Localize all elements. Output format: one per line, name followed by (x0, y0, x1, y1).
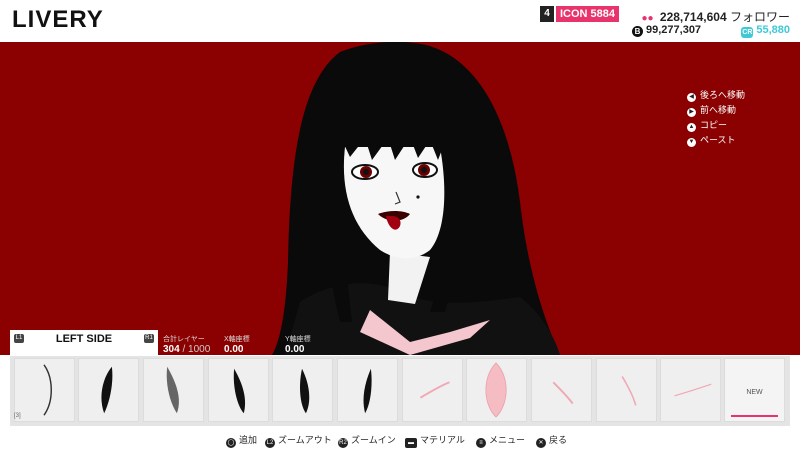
controls-bar: ◯ 追加 L2 ズームアウト R2 ズームイン ▬ マテリアル ≡ メニュー ✕ 戻る (0, 426, 800, 450)
top-bar: LIVERY 4 ICON 5884 ●● 228,714,604 フォロワー … (0, 0, 800, 42)
black-teardrop-shape (300, 368, 310, 414)
layer-thumbnail[interactable] (143, 358, 204, 422)
layer-thumbnail[interactable] (402, 358, 463, 422)
layer-thumbnail[interactable] (466, 358, 527, 422)
layer-thumbnail[interactable] (14, 358, 75, 422)
total-layers: 合計レイヤー 304 / 1000 (163, 334, 210, 355)
menu-item-label: コピー (700, 120, 728, 130)
y-coordinate-value: 0.00 (285, 344, 305, 355)
livery-artwork (0, 42, 800, 355)
x-coordinate: X軸座標 0.00 (224, 334, 250, 355)
gray-leaf-shape (166, 366, 179, 414)
cross-button-icon: ✕ (536, 438, 546, 448)
l2-trigger-icon: L2 (265, 438, 275, 448)
side-title: LEFT SIDE (55, 333, 113, 345)
y-coordinate-label: Y軸座標 (285, 336, 311, 343)
layer-thumbnail[interactable] (531, 358, 592, 422)
y-coordinate: Y軸座標 0.00 (285, 334, 311, 355)
menu-item-copy[interactable]: ▲ コピー (687, 118, 745, 133)
r2-trigger-icon: R2 (338, 438, 348, 448)
black-leaf-shape (101, 366, 113, 414)
touchpad-icon: ▬ (405, 438, 417, 448)
control-back[interactable]: ✕ 戻る (536, 433, 567, 448)
page-title: LIVERY (12, 6, 104, 33)
control-label: 戻る (549, 435, 568, 445)
player-stats: 4 ICON 5884 ●● 228,714,604 フォロワー B 99,277… (540, 4, 790, 40)
menu-item-send-backward[interactable]: ◀ 後ろへ移動 (687, 88, 745, 103)
cr-value: 55,880 (756, 24, 790, 36)
context-menu: ◀ 後ろへ移動 ▶ 前へ移動 ▲ コピー ▼ ペースト (687, 88, 745, 148)
layer-thumbnail[interactable] (660, 358, 721, 422)
control-menu[interactable]: ≡ メニュー (476, 433, 525, 448)
control-label: ズームアウト (278, 435, 332, 445)
control-label: マテリアル (420, 435, 465, 445)
total-layers-value: 304 (163, 344, 180, 355)
side-selector: L1 LEFT SIDE R1 (10, 330, 158, 360)
layer-strip: NEW (10, 356, 790, 426)
control-add[interactable]: ◯ 追加 (226, 433, 257, 448)
icon-level-badge: ICON 5884 (556, 6, 620, 22)
r-trigger-icon: ▶ (687, 108, 696, 117)
black-teardrop-shape (363, 368, 372, 414)
x-coordinate-value: 0.00 (224, 344, 244, 355)
new-layer-label: NEW (746, 389, 763, 396)
followers-count: 228,714,604 (659, 10, 727, 24)
pink-stroke-shape (674, 383, 712, 397)
layer-thumbnail[interactable] (596, 358, 657, 422)
menu-item-paste[interactable]: ▼ ペースト (687, 133, 745, 148)
control-zoom-in[interactable]: R2 ズームイン (338, 433, 396, 448)
hair-strand-shape (43, 364, 52, 416)
l-trigger-icon: ◀ (687, 93, 696, 102)
menu-item-bring-forward[interactable]: ▶ 前へ移動 (687, 103, 745, 118)
layer-thumbnail[interactable] (208, 358, 269, 422)
circle-button-icon: ◯ (226, 438, 236, 448)
menu-item-label: 後ろへ移動 (700, 90, 746, 100)
menu-item-label: ペースト (700, 135, 736, 145)
total-layers-label: 合計レイヤー (163, 336, 205, 343)
pink-ellipse-shape (485, 362, 507, 418)
credits-value: 99,277,307 (646, 24, 702, 36)
pink-stroke-shape (419, 381, 450, 399)
control-material[interactable]: ▬ マテリアル (405, 433, 465, 448)
pink-stroke-shape (621, 376, 637, 406)
livery-canvas[interactable]: ◀ 後ろへ移動 ▶ 前へ移動 ▲ コピー ▼ ペースト (0, 42, 800, 355)
control-label: ズームイン (351, 435, 396, 445)
layer-thumbnail[interactable] (337, 358, 398, 422)
cr-icon: CR (741, 27, 754, 38)
credits-icon: B (632, 26, 643, 37)
followers-icon: ●● (641, 13, 654, 24)
new-layer-button[interactable]: NEW (724, 358, 785, 422)
menu-item-label: 前へ移動 (700, 105, 737, 115)
x-coordinate-label: X軸座標 (224, 336, 250, 343)
followers-label: フォロワー (729, 10, 790, 24)
control-label: 追加 (239, 435, 258, 445)
layer-thumbnail[interactable] (272, 358, 333, 422)
cr-points: CR 55,880 (741, 24, 790, 38)
layer-thumbnail[interactable] (78, 358, 139, 422)
control-label: メニュー (489, 435, 526, 445)
black-teardrop-shape (233, 368, 246, 414)
stick-button-icon: ▲ (687, 123, 696, 132)
followers: ●● 228,714,604 フォロワー (641, 8, 790, 25)
r1-button[interactable]: R1 (144, 334, 154, 343)
stick-button-icon: ▼ (687, 138, 696, 147)
rank-badge: 4 (540, 6, 554, 22)
layer-count: [3] (14, 413, 21, 419)
credits: B 99,277,307 (632, 24, 701, 37)
pink-stroke-shape (552, 381, 574, 405)
options-button-icon: ≡ (476, 438, 486, 448)
total-layers-max: / 1000 (182, 344, 211, 355)
control-zoom-out[interactable]: L2 ズームアウト (265, 433, 332, 448)
selection-underline (731, 415, 778, 417)
